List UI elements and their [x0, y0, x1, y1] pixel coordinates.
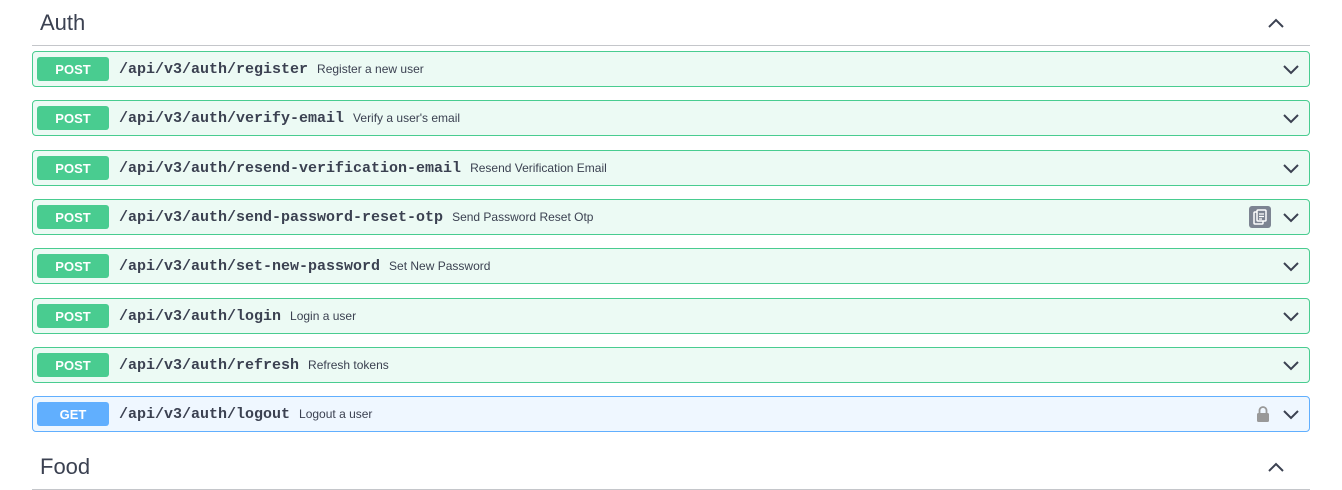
- method-badge: POST: [37, 304, 109, 328]
- section-title: Auth: [40, 9, 86, 35]
- operation-refresh[interactable]: POST /api/v3/auth/refresh Refresh tokens: [32, 347, 1310, 383]
- section-title: Food: [40, 453, 91, 479]
- operation-send-password-reset-otp[interactable]: POST /api/v3/auth/send-password-reset-ot…: [32, 199, 1310, 235]
- chevron-up-icon[interactable]: [1266, 457, 1286, 477]
- operation-path: /api/v3/auth/send-password-reset-otp: [119, 208, 444, 226]
- chevron-down-icon[interactable]: [1281, 355, 1301, 375]
- chevron-down-icon[interactable]: [1281, 158, 1301, 178]
- operation-path: /api/v3/auth/logout: [119, 405, 291, 423]
- chevron-down-icon[interactable]: [1281, 306, 1301, 326]
- operation-path: /api/v3/auth/set-new-password: [119, 257, 381, 275]
- method-badge: POST: [37, 156, 109, 180]
- operation-set-new-password[interactable]: POST /api/v3/auth/set-new-password Set N…: [32, 248, 1310, 284]
- operation-summary: Resend Verification Email: [470, 161, 607, 175]
- operation-register[interactable]: POST /api/v3/auth/register Register a ne…: [32, 51, 1310, 87]
- operation-logout[interactable]: GET /api/v3/auth/logout Logout a user: [32, 396, 1310, 432]
- operation-summary: Logout a user: [299, 407, 373, 421]
- tag-header-auth[interactable]: Auth: [32, 0, 1310, 46]
- chevron-down-icon[interactable]: [1281, 404, 1301, 424]
- operation-path: /api/v3/auth/refresh: [119, 356, 300, 374]
- operation-summary: Send Password Reset Otp: [452, 210, 594, 224]
- operation-summary: Verify a user's email: [353, 111, 461, 125]
- operation-login[interactable]: POST /api/v3/auth/login Login a user: [32, 298, 1310, 334]
- method-badge: POST: [37, 205, 109, 229]
- method-badge: POST: [37, 353, 109, 377]
- operation-summary: Register a new user: [317, 62, 424, 76]
- operation-verify-email[interactable]: POST /api/v3/auth/verify-email Verify a …: [32, 100, 1310, 136]
- chevron-down-icon[interactable]: [1281, 256, 1301, 276]
- operation-resend-verification-email[interactable]: POST /api/v3/auth/resend-verification-em…: [32, 150, 1310, 186]
- tag-section-food: Food: [32, 444, 1310, 490]
- method-badge: POST: [37, 254, 109, 278]
- method-badge: POST: [37, 106, 109, 130]
- method-badge: GET: [37, 402, 109, 426]
- chevron-down-icon[interactable]: [1281, 108, 1301, 128]
- copy-to-clipboard-icon[interactable]: [1249, 206, 1271, 228]
- operation-path: /api/v3/auth/register: [119, 60, 309, 78]
- tag-header-food[interactable]: Food: [32, 444, 1310, 490]
- chevron-up-icon[interactable]: [1266, 13, 1286, 33]
- operation-summary: Refresh tokens: [308, 358, 389, 372]
- method-badge: POST: [37, 57, 109, 81]
- chevron-down-icon[interactable]: [1281, 59, 1301, 79]
- lock-icon[interactable]: [1255, 405, 1271, 423]
- operation-path: /api/v3/auth/login: [119, 307, 282, 325]
- operation-summary: Login a user: [290, 309, 357, 323]
- operation-summary: Set New Password: [389, 259, 491, 273]
- operation-path: /api/v3/auth/verify-email: [119, 109, 345, 127]
- tag-section-auth: Auth: [32, 0, 1310, 46]
- chevron-down-icon[interactable]: [1281, 207, 1301, 227]
- operation-path: /api/v3/auth/resend-verification-email: [119, 159, 462, 177]
